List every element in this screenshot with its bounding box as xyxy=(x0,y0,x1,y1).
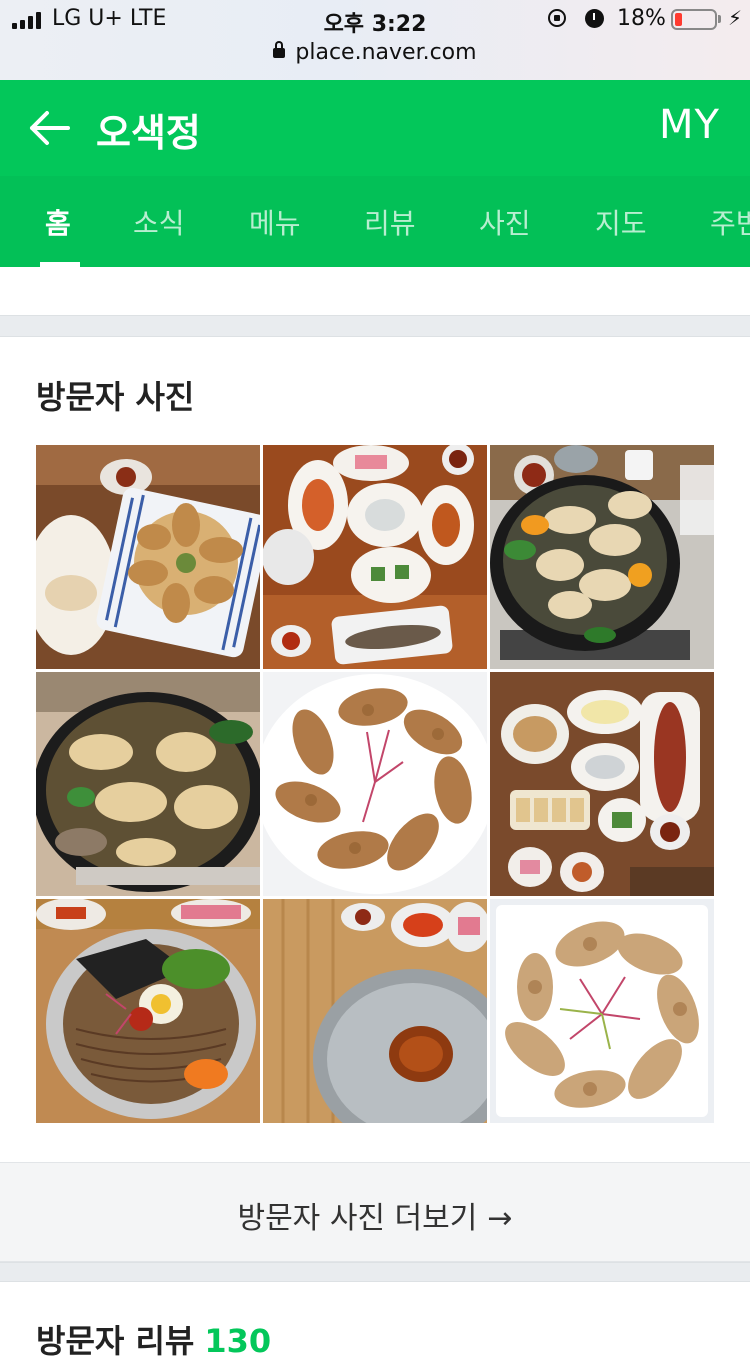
alarm-icon xyxy=(585,9,604,28)
charging-bolt-icon: ⚡ xyxy=(728,6,743,30)
battery-icon xyxy=(671,9,717,30)
photo-dumpling-hotpot[interactable] xyxy=(490,445,714,669)
tab-home[interactable]: 홈 xyxy=(45,202,71,242)
review-count: 130 xyxy=(204,1322,272,1360)
back-button[interactable] xyxy=(28,108,70,148)
my-button[interactable]: MY xyxy=(659,102,720,148)
tab-news[interactable]: 소식 xyxy=(133,202,185,242)
battery-tip xyxy=(718,15,721,23)
status-bar: LG U+ LTE 오후 3:22 place.naver.com 18% ⚡ xyxy=(0,0,750,80)
photo-pan-fried-dumplings[interactable] xyxy=(263,672,487,896)
visitor-reviews-title: 방문자 리뷰 130 xyxy=(36,1316,271,1362)
tab-map[interactable]: 지도 xyxy=(595,202,647,242)
photo-cold-noodles[interactable] xyxy=(36,899,260,1123)
tab-photos[interactable]: 사진 xyxy=(479,202,531,242)
active-tab-indicator xyxy=(40,262,80,267)
lock-icon xyxy=(273,41,286,58)
tab-nearby[interactable]: 주변 xyxy=(710,202,750,242)
photo-empty-bowl[interactable] xyxy=(263,899,487,1123)
rotation-lock-icon xyxy=(548,9,566,27)
app-header: 오색정 MY xyxy=(0,80,750,176)
section-divider xyxy=(0,315,750,337)
photo-dumpling-soup[interactable] xyxy=(36,672,260,896)
photo-grid xyxy=(36,445,714,1123)
tab-menu[interactable]: 메뉴 xyxy=(249,202,301,242)
photo-dumplings-striped-plate[interactable] xyxy=(36,445,260,669)
photo-side-dishes[interactable] xyxy=(263,445,487,669)
section-divider-2 xyxy=(0,1262,750,1282)
more-photos-button[interactable]: 방문자 사진 더보기 → xyxy=(0,1162,750,1262)
url-text: place.naver.com xyxy=(295,40,477,65)
tab-bar: 홈 소식 메뉴 리뷰 사진 지도 주변 xyxy=(0,176,750,267)
visitor-reviews-label: 방문자 리뷰 xyxy=(36,1322,195,1360)
photo-fried-dumplings-plate[interactable] xyxy=(490,899,714,1123)
tab-reviews[interactable]: 리뷰 xyxy=(364,202,416,242)
visitor-photos-title: 방문자 사진 xyxy=(36,378,195,416)
photo-table-spread[interactable] xyxy=(490,672,714,896)
arrow-right-icon: → xyxy=(487,1201,513,1236)
arrow-left-icon xyxy=(30,111,70,145)
place-title: 오색정 xyxy=(96,111,201,155)
address-bar[interactable]: place.naver.com xyxy=(0,40,750,65)
more-photos-label: 방문자 사진 더보기 xyxy=(237,1201,478,1236)
battery-percent: 18% xyxy=(617,6,666,31)
